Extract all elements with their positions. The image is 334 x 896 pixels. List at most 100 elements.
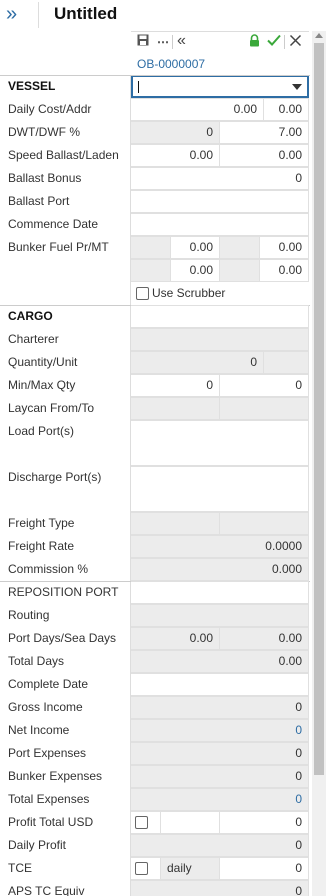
complete-date-field[interactable] bbox=[131, 673, 309, 696]
tce-row: TCE daily 0 bbox=[0, 857, 310, 880]
bunker-type-3 bbox=[131, 259, 171, 282]
vessel-select[interactable] bbox=[131, 75, 309, 98]
cargo-row: CARGO bbox=[0, 305, 310, 328]
speed-ballast-field[interactable]: 0.00 bbox=[131, 144, 220, 167]
reposition-section-label: REPOSITION PORT bbox=[8, 585, 119, 599]
load-ports-row: Load Port(s) bbox=[0, 420, 310, 466]
aps-field: 0 bbox=[131, 880, 309, 896]
quantity-row: Quantity/Unit 0 bbox=[0, 351, 310, 374]
net-income-field[interactable]: 0 bbox=[131, 719, 309, 742]
daily-cost-row: Daily Cost/Addr 0.00 0.00 bbox=[0, 98, 310, 121]
total-expenses-field[interactable]: 0 bbox=[131, 788, 309, 811]
discharge-ports-row: Discharge Port(s) bbox=[0, 466, 310, 512]
bunker-price-1a[interactable]: 0.00 bbox=[171, 236, 220, 259]
unit-field bbox=[264, 351, 309, 374]
ballast-bonus-row: Ballast Bonus 0 bbox=[0, 167, 310, 190]
header-bar: » Untitled bbox=[0, 0, 334, 31]
text-caret bbox=[138, 81, 139, 93]
scroll-up-icon[interactable] bbox=[315, 33, 323, 38]
bunker-label: Bunker Fuel Pr/MT bbox=[8, 240, 109, 254]
commence-label: Commence Date bbox=[8, 217, 99, 231]
reposition-port-field[interactable] bbox=[131, 581, 309, 604]
daily-profit-row: Daily Profit 0 bbox=[0, 834, 310, 857]
dwf-field[interactable]: 7.00 bbox=[220, 121, 309, 144]
laycan-row: Laycan From/To bbox=[0, 397, 310, 420]
laycan-label: Laycan From/To bbox=[8, 401, 95, 415]
profit-extra-field[interactable] bbox=[161, 811, 220, 834]
speed-row: Speed Ballast/Laden 0.00 0.00 bbox=[0, 144, 310, 167]
daily-profit-field: 0 bbox=[131, 834, 309, 857]
charterer-label: Charterer bbox=[8, 332, 59, 346]
load-ports-field[interactable] bbox=[131, 420, 309, 466]
gross-income-row: Gross Income 0 bbox=[0, 696, 310, 719]
expand-icon[interactable]: » bbox=[6, 4, 30, 26]
scrubber-label: Use Scrubber bbox=[152, 286, 226, 300]
lock-icon[interactable] bbox=[249, 34, 260, 50]
profit-checkbox[interactable] bbox=[135, 816, 148, 829]
bunker-type-2 bbox=[220, 236, 260, 259]
ballast-bonus-field[interactable]: 0 bbox=[131, 167, 309, 190]
save-icon[interactable] bbox=[137, 34, 149, 50]
min-qty-field[interactable]: 0 bbox=[131, 374, 220, 397]
scrollbar-thumb[interactable] bbox=[314, 43, 324, 775]
bunker-expenses-row: Bunker Expenses 0 bbox=[0, 765, 310, 788]
daily-addr-field[interactable]: 0.00 bbox=[264, 98, 309, 121]
total-days-row: Total Days 0.00 bbox=[0, 650, 310, 673]
discharge-ports-field[interactable] bbox=[131, 466, 309, 512]
minmax-label: Min/Max Qty bbox=[8, 378, 76, 392]
toolbar-separator bbox=[172, 35, 173, 49]
profit-field[interactable]: 0 bbox=[220, 811, 309, 834]
aps-row: APS TC Equiv 0 bbox=[0, 880, 310, 896]
profit-label: Profit Total USD bbox=[8, 815, 94, 829]
bunker-price-2b[interactable]: 0.00 bbox=[260, 259, 309, 282]
net-income-row: Net Income 0 bbox=[0, 719, 310, 742]
scrubber-checkbox[interactable] bbox=[136, 287, 149, 300]
speed-label: Speed Ballast/Laden bbox=[8, 148, 119, 162]
aps-label: APS TC Equiv bbox=[8, 884, 85, 896]
routing-row: Routing bbox=[0, 604, 310, 627]
ballast-port-field[interactable] bbox=[131, 190, 309, 213]
daily-cost-field[interactable]: 0.00 bbox=[131, 98, 264, 121]
commence-row: Commence Date bbox=[0, 213, 310, 236]
vertical-scrollbar[interactable] bbox=[312, 31, 326, 896]
port-expenses-row: Port Expenses 0 bbox=[0, 742, 310, 765]
tce-field[interactable]: 0 bbox=[220, 857, 309, 880]
vessel-section-label: VESSEL bbox=[8, 79, 56, 93]
commission-label: Commission % bbox=[8, 562, 89, 576]
chevron-down-icon[interactable] bbox=[292, 84, 302, 90]
freight-type-field-2 bbox=[220, 512, 309, 535]
daily-profit-label: Daily Profit bbox=[8, 838, 67, 852]
header-divider bbox=[38, 2, 39, 28]
freight-rate-label: Freight Rate bbox=[8, 539, 75, 553]
discharge-ports-label: Discharge Port(s) bbox=[8, 470, 102, 484]
laycan-to-field bbox=[220, 397, 309, 420]
profit-row: Profit Total USD 0 bbox=[0, 811, 310, 834]
commence-date-field[interactable] bbox=[131, 213, 309, 236]
freight-type-label: Freight Type bbox=[8, 516, 75, 530]
vessel-row: VESSEL bbox=[0, 75, 310, 98]
total-days-label: Total Days bbox=[8, 654, 65, 668]
speed-laden-field[interactable]: 0.00 bbox=[220, 144, 309, 167]
toolbar-separator bbox=[284, 35, 285, 49]
freight-type-row: Freight Type bbox=[0, 512, 310, 535]
bunker-price-1b[interactable]: 0.00 bbox=[260, 236, 309, 259]
collapse-icon[interactable]: « bbox=[177, 33, 186, 50]
port-sea-days-label: Port Days/Sea Days bbox=[8, 631, 117, 645]
profit-checkbox-cell bbox=[131, 811, 161, 834]
page-title: Untitled bbox=[54, 4, 118, 23]
close-icon[interactable] bbox=[289, 34, 302, 50]
bunker-type-4 bbox=[220, 259, 260, 282]
cargo-field[interactable] bbox=[131, 305, 309, 328]
bunker-price-2a[interactable]: 0.00 bbox=[171, 259, 220, 282]
port-sea-days-row: Port Days/Sea Days 0.00 0.00 bbox=[0, 627, 310, 650]
max-qty-field[interactable]: 0 bbox=[220, 374, 309, 397]
record-toolbar: ⋯ « bbox=[131, 31, 309, 51]
total-expenses-label: Total Expenses bbox=[8, 792, 90, 806]
dwt-label: DWT/DWF % bbox=[8, 125, 80, 139]
record-id[interactable]: OB-0000007 bbox=[137, 57, 205, 71]
ballast-port-row: Ballast Port bbox=[0, 190, 310, 213]
dwt-field: 0 bbox=[131, 121, 220, 144]
confirm-icon[interactable] bbox=[267, 34, 281, 50]
more-icon[interactable]: ⋯ bbox=[157, 34, 169, 50]
tce-checkbox[interactable] bbox=[135, 862, 148, 875]
